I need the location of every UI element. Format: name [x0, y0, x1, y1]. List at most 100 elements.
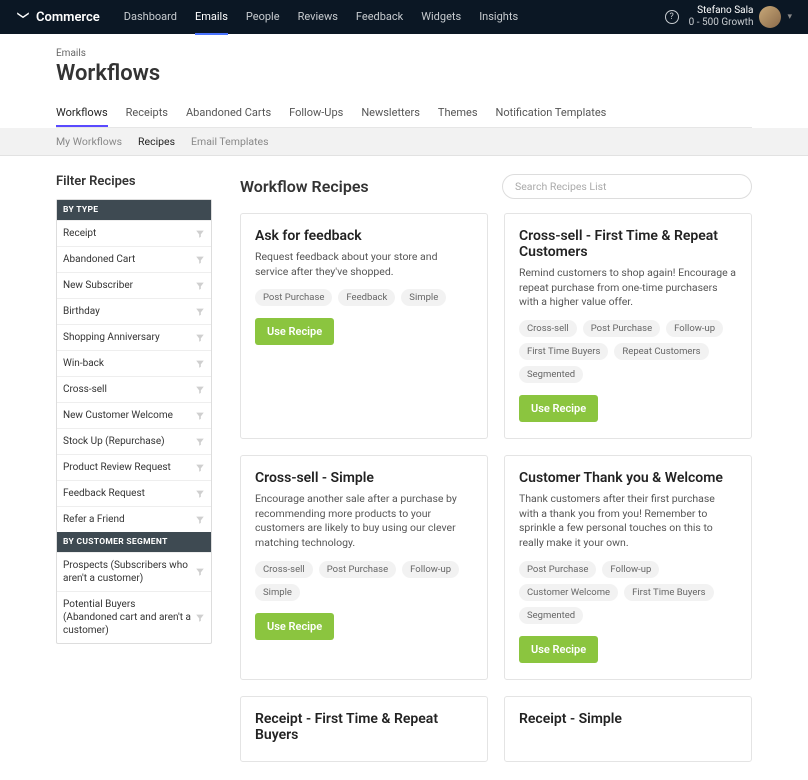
filter-icon — [195, 229, 205, 239]
tag: Follow-up — [666, 320, 723, 337]
card-desc: Remind customers to shop again! Encourag… — [519, 266, 737, 310]
use-recipe-button[interactable]: Use Recipe — [519, 636, 598, 663]
filter-item[interactable]: New Customer Welcome — [57, 402, 211, 428]
filter-icon — [195, 489, 205, 499]
content-title: Workflow Recipes — [240, 177, 369, 196]
filter-item-label: Refer a Friend — [63, 513, 125, 526]
nav-item-dashboard[interactable]: Dashboard — [124, 0, 177, 35]
tag: Post Purchase — [319, 561, 396, 578]
tab-receipts[interactable]: Receipts — [126, 100, 168, 127]
card-tags: Cross-sellPost PurchaseFollow-upSimple — [255, 561, 473, 601]
card-desc: Thank customers after their first purcha… — [519, 492, 737, 551]
tab-notification-templates[interactable]: Notification Templates — [496, 100, 607, 127]
subtab-email-templates[interactable]: Email Templates — [191, 135, 269, 148]
recipe-card: Cross-sell - First Time & Repeat Custome… — [504, 213, 752, 439]
avatar — [759, 6, 781, 28]
nav-item-widgets[interactable]: Widgets — [421, 0, 461, 35]
brand-logo[interactable]: Commerce — [16, 10, 100, 25]
filter-item[interactable]: Birthday — [57, 298, 211, 324]
tab-workflows[interactable]: Workflows — [56, 100, 108, 127]
tag: Customer Welcome — [519, 584, 618, 601]
card-desc: Encourage another sale after a purchase … — [255, 492, 473, 551]
filter-item-label: Potential Buyers (Abandoned cart and are… — [63, 598, 191, 637]
use-recipe-button[interactable]: Use Recipe — [255, 613, 334, 640]
filter-icon — [195, 411, 205, 421]
tag: First Time Buyers — [624, 584, 713, 601]
filter-item[interactable]: Stock Up (Repurchase) — [57, 428, 211, 454]
filter-icon — [195, 437, 205, 447]
search-box — [502, 174, 752, 199]
card-tags: Post Purchase Follow-up Customer Welcome Fi… — [519, 561, 737, 624]
tag: Cross-sell — [519, 320, 577, 337]
tag: Post Purchase — [583, 320, 660, 337]
filter-title: Filter Recipes — [56, 174, 212, 189]
filter-item[interactable]: Prospects (Subscribers who aren't a cust… — [57, 552, 211, 591]
filter-item-label: Prospects (Subscribers who aren't a cust… — [63, 559, 191, 585]
filter-icon — [195, 463, 205, 473]
filter-item[interactable]: Shopping Anniversary — [57, 324, 211, 350]
filter-head-type: BY TYPE — [57, 200, 211, 220]
content-head: Workflow Recipes — [240, 174, 752, 199]
filter-icon — [195, 307, 205, 317]
tag: Post Purchase — [255, 289, 332, 306]
subtab-my-workflows[interactable]: My Workflows — [56, 135, 122, 148]
tab-follow-ups[interactable]: Follow-Ups — [289, 100, 343, 127]
filter-item[interactable]: Cross-sell — [57, 376, 211, 402]
nav-item-people[interactable]: People — [246, 0, 280, 35]
use-recipe-button[interactable]: Use Recipe — [255, 318, 334, 345]
filter-item[interactable]: Win-back — [57, 350, 211, 376]
card-title: Cross-sell - First Time & Repeat Custome… — [519, 228, 737, 260]
subtab-bar: My Workflows Recipes Email Templates — [0, 128, 808, 156]
filter-item-label: Feedback Request — [63, 487, 145, 500]
tab-newsletters[interactable]: Newsletters — [361, 100, 420, 127]
filter-item[interactable]: Receipt — [57, 220, 211, 246]
topbar-right: ? Stefano Sala 0 - 500 Growth ▾ — [665, 5, 792, 29]
tag: Simple — [401, 289, 446, 306]
tab-themes[interactable]: Themes — [438, 100, 478, 127]
filter-item[interactable]: New Subscriber — [57, 272, 211, 298]
filter-item-label: Stock Up (Repurchase) — [63, 435, 165, 448]
card-tags: Post PurchaseFeedbackSimple — [255, 289, 473, 306]
filter-item-label: Cross-sell — [63, 383, 107, 396]
tag: Simple — [255, 584, 300, 601]
primary-nav: Dashboard Emails People Reviews Feedback Widg… — [124, 0, 518, 35]
filter-item[interactable]: Potential Buyers (Abandoned cart and are… — [57, 591, 211, 643]
filter-item-label: Win-back — [63, 357, 104, 370]
tag: Segmented — [519, 607, 583, 624]
tag: Follow-up — [402, 561, 459, 578]
nav-item-feedback[interactable]: Feedback — [356, 0, 403, 35]
subtab-recipes[interactable]: Recipes — [138, 135, 175, 148]
tag: Follow-up — [602, 561, 659, 578]
breadcrumb[interactable]: Emails — [56, 48, 752, 59]
filter-item[interactable]: Refer a Friend — [57, 506, 211, 532]
tag: Segmented — [519, 366, 583, 383]
tag: Post Purchase — [519, 561, 596, 578]
cards-grid: Ask for feedbackRequest feedback about y… — [240, 213, 752, 762]
card-title: Customer Thank you & Welcome — [519, 470, 737, 486]
tag: First Time Buyers — [519, 343, 608, 360]
filter-icon — [195, 281, 205, 291]
filter-icon — [195, 359, 205, 369]
recipe-card: Receipt - First Time & Repeat Buyers — [240, 696, 488, 762]
filter-item-label: Birthday — [63, 305, 100, 318]
filter-item-label: Receipt — [63, 227, 96, 240]
filter-icon — [195, 255, 205, 265]
top-bar: Commerce Dashboard Emails People Reviews Fee… — [0, 0, 808, 34]
card-tags: Cross-sell Post Purchase Follow-up First Ti… — [519, 320, 737, 383]
help-icon[interactable]: ? — [665, 10, 679, 24]
filter-item[interactable]: Feedback Request — [57, 480, 211, 506]
filter-item-label: New Subscriber — [63, 279, 133, 292]
card-title: Receipt - Simple — [519, 711, 737, 727]
nav-item-reviews[interactable]: Reviews — [298, 0, 338, 35]
tab-abandoned-carts[interactable]: Abandoned Carts — [186, 100, 271, 127]
use-recipe-button[interactable]: Use Recipe — [519, 395, 598, 422]
filter-head-segment: BY CUSTOMER SEGMENT — [57, 532, 211, 552]
card-title: Cross-sell - Simple — [255, 470, 473, 486]
search-input[interactable] — [502, 174, 752, 199]
card-title: Ask for feedback — [255, 228, 473, 244]
nav-item-emails[interactable]: Emails — [195, 0, 228, 35]
nav-item-insights[interactable]: Insights — [479, 0, 518, 35]
filter-item[interactable]: Product Review Request — [57, 454, 211, 480]
filter-item[interactable]: Abandoned Cart — [57, 246, 211, 272]
user-menu[interactable]: Stefano Sala 0 - 500 Growth ▾ — [689, 5, 792, 29]
